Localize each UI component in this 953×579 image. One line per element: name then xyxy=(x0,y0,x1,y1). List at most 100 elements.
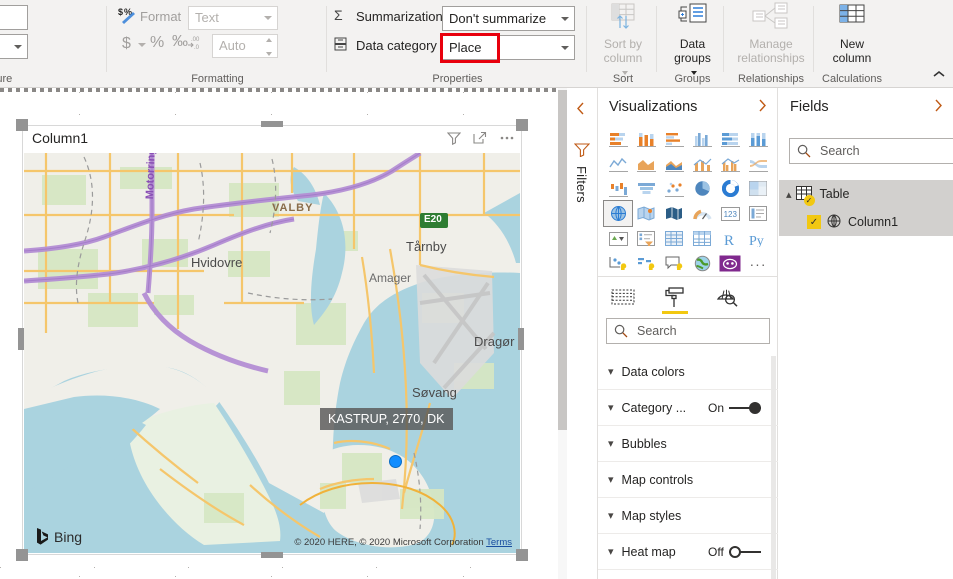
resize-handle-n[interactable] xyxy=(261,121,283,127)
heat-map-toggle[interactable]: Off xyxy=(708,545,761,559)
magnifier-icon xyxy=(716,289,738,307)
thousands-separator-button[interactable]: ‰ xyxy=(172,33,188,51)
resize-handle-se[interactable] xyxy=(516,549,528,561)
viz-line-clustered-column-chart[interactable] xyxy=(716,151,744,176)
viz-arcgis-maps-visual[interactable] xyxy=(688,251,716,276)
bing-map[interactable]: VALBY Motorring 3 Hvidovre E20 Tårnby Am… xyxy=(24,153,520,553)
viz-100-stacked-column-chart[interactable] xyxy=(744,126,772,151)
fields-search-input[interactable]: Search xyxy=(789,138,953,164)
viz-more-visuals[interactable]: ··· xyxy=(744,251,772,276)
terms-link[interactable]: Terms xyxy=(486,537,512,548)
percent-button[interactable]: % xyxy=(150,34,164,52)
viz-area-chart[interactable] xyxy=(632,151,660,176)
viz-decomposition-tree-visual[interactable] xyxy=(632,251,660,276)
bing-logo[interactable]: Bing xyxy=(36,528,82,545)
summarization-dropdown[interactable]: Don't summarize xyxy=(442,6,575,31)
data-groups-button[interactable]: Data groups xyxy=(660,2,725,79)
filter-icon[interactable] xyxy=(446,131,462,148)
viz-shape-map-visual[interactable] xyxy=(660,201,688,226)
viz-100-stacked-bar-chart[interactable] xyxy=(716,126,744,151)
viz-kpi-visual[interactable] xyxy=(604,226,632,251)
format-search-input[interactable]: Search xyxy=(606,318,770,344)
filter-icon[interactable] xyxy=(573,142,591,160)
viz-map-visual[interactable] xyxy=(603,200,633,227)
filters-pane-collapsed[interactable]: Filters xyxy=(567,88,598,579)
decimal-spinner[interactable] xyxy=(264,38,274,56)
field-checkbox[interactable]: ✓ xyxy=(807,215,821,229)
viz-filled-map-visual[interactable] xyxy=(632,201,660,226)
chevron-up-icon[interactable]: ▴ xyxy=(786,188,792,201)
resize-handle-nw[interactable] xyxy=(16,119,28,131)
resize-handle-s[interactable] xyxy=(261,552,283,558)
chevron-right-icon[interactable] xyxy=(758,99,767,115)
viz-line-stacked-column-chart[interactable] xyxy=(688,151,716,176)
viz-clustered-bar-chart[interactable] xyxy=(660,126,688,151)
viz-python-script-visual[interactable]: Py xyxy=(744,226,772,251)
more-options-icon[interactable] xyxy=(499,131,515,148)
format-section-map-styles[interactable]: ▾ Map styles xyxy=(598,498,778,534)
resize-handle-ne[interactable] xyxy=(516,119,528,131)
resize-handle-e[interactable] xyxy=(518,328,524,350)
focus-mode-icon[interactable] xyxy=(473,131,487,148)
viz-qa-visual[interactable] xyxy=(660,251,688,276)
viz-line-chart[interactable] xyxy=(604,151,632,176)
sort-by-column-button[interactable]: Sort by column xyxy=(588,2,658,79)
viz-clustered-column-chart[interactable] xyxy=(688,126,716,151)
viz-scatter-chart[interactable] xyxy=(660,176,688,201)
visualization-type-grid[interactable]: 123 R Py ··· xyxy=(603,126,772,276)
toggle-switch[interactable] xyxy=(728,545,761,558)
chevron-right-icon[interactable] xyxy=(934,99,943,115)
viz-ribbon-chart[interactable] xyxy=(744,151,772,176)
viz-card-visual[interactable]: 123 xyxy=(716,201,744,226)
viz-treemap-chart[interactable] xyxy=(744,176,772,201)
canvas-scrollbar-thumb[interactable] xyxy=(558,90,567,430)
fields-tab[interactable] xyxy=(608,282,638,312)
viz-stacked-column-chart[interactable] xyxy=(632,126,660,151)
chevron-left-icon[interactable] xyxy=(576,102,585,118)
map-visual-container[interactable]: Column1 VALBY Motorring 3 Hvidovre E20 T… xyxy=(22,125,522,555)
category-labels-toggle[interactable]: On xyxy=(708,401,762,415)
viz-matrix-visual[interactable] xyxy=(688,226,716,251)
format-section-data-colors[interactable]: ▾ Data colors xyxy=(598,354,778,390)
resize-handle-sw[interactable] xyxy=(16,549,28,561)
format-type-dropdown[interactable]: Text xyxy=(188,6,278,30)
manage-relationships-button[interactable]: Manage relationships xyxy=(727,2,815,65)
viz-multi-row-card-visual[interactable] xyxy=(744,201,772,226)
collapse-ribbon-icon[interactable] xyxy=(931,67,947,81)
analytics-tab[interactable] xyxy=(712,282,742,312)
currency-button[interactable]: $ xyxy=(122,35,131,53)
report-canvas[interactable]: Column1 VALBY Motorring 3 Hvidovre E20 T… xyxy=(0,88,566,579)
viz-donut-chart[interactable] xyxy=(716,176,744,201)
format-section-bubbles[interactable]: ▾ Bubbles xyxy=(598,426,778,462)
format-section-map-controls[interactable]: ▾ Map controls xyxy=(598,462,778,498)
viz-paginated-report-visual[interactable] xyxy=(716,251,744,276)
visual-pane-tabs[interactable] xyxy=(598,276,778,316)
map-data-bubble[interactable] xyxy=(389,455,402,468)
canvas-scrollbar[interactable] xyxy=(558,88,567,579)
viz-stacked-area-chart[interactable] xyxy=(660,151,688,176)
chevron-down-icon: ▾ xyxy=(608,510,614,522)
viz-waterfall-chart[interactable] xyxy=(604,176,632,201)
fields-table-row[interactable]: ▴ ✓ Table xyxy=(779,180,953,208)
viz-funnel-chart[interactable] xyxy=(632,176,660,201)
structure-dropdown[interactable] xyxy=(0,34,28,59)
viz-key-influencers-visual[interactable] xyxy=(604,251,632,276)
decrease-decimals-icon[interactable]: .00 .0 xyxy=(188,34,206,54)
fields-column-row[interactable]: ✓ Column1 xyxy=(779,208,953,236)
toggle-switch[interactable] xyxy=(729,401,762,414)
viz-pie-chart[interactable] xyxy=(688,176,716,201)
column-name-input[interactable]: nn1 xyxy=(0,5,28,30)
resize-handle-w[interactable] xyxy=(18,328,24,350)
decimal-places-input[interactable]: Auto xyxy=(212,34,278,58)
format-pane-scrollbar[interactable] xyxy=(771,356,776,579)
viz-stacked-bar-chart[interactable] xyxy=(604,126,632,151)
viz-gauge-visual[interactable] xyxy=(688,201,716,226)
viz-table-visual[interactable] xyxy=(660,226,688,251)
currency-chevron-down-icon[interactable] xyxy=(138,43,146,47)
new-column-button[interactable]: New column xyxy=(817,2,887,65)
format-tab[interactable] xyxy=(660,282,690,314)
format-section-heat-map[interactable]: ▾ Heat map Off xyxy=(598,534,778,570)
viz-slicer-visual[interactable] xyxy=(632,226,660,251)
viz-r-script-visual[interactable]: R xyxy=(716,226,744,251)
format-section-category-labels[interactable]: ▾ Category ... On xyxy=(598,390,778,426)
